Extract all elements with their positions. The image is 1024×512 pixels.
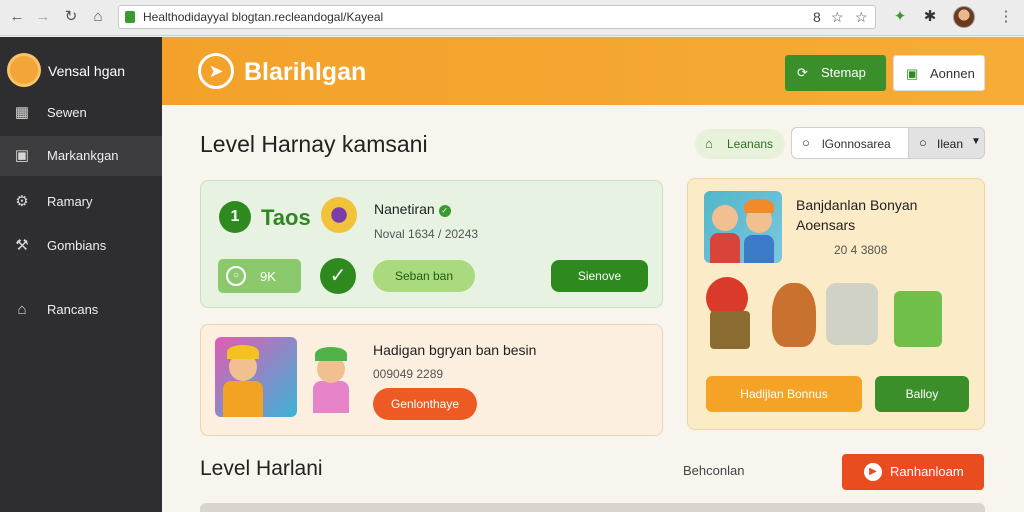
- verified-check-icon: ✓: [438, 205, 451, 217]
- menu-kebab-icon[interactable]: ⋮: [996, 7, 1016, 27]
- home-icon[interactable]: ⌂: [89, 8, 107, 26]
- card-meta: 009049 2289: [373, 367, 444, 381]
- save-icon: ▦: [14, 104, 30, 121]
- section-link[interactable]: Behconlan: [683, 463, 744, 478]
- refresh-icon: ⟳: [797, 65, 808, 80]
- url-text[interactable]: Healthodidayyal blogtan.recleandogal/Kay…: [143, 10, 383, 24]
- section-action-label: Ranhanloam: [890, 464, 964, 479]
- sidebar-item-label: Markankgan: [47, 148, 119, 163]
- card-meta: 20 4 3808: [834, 243, 888, 257]
- house-icon: ⌂: [705, 136, 713, 151]
- chevron-down-icon: ▼: [971, 136, 981, 147]
- sidebar-item-label: Gombians: [47, 238, 107, 253]
- section-title: Level Harlani: [200, 457, 323, 480]
- sidebar-item-label: Ramary: [47, 194, 93, 209]
- header-primary-label: Stemap: [821, 65, 866, 80]
- filter-select-value: Ilean: [937, 137, 964, 151]
- card3-action-button[interactable]: Balloy: [875, 376, 969, 412]
- score-value: 9K: [260, 269, 276, 284]
- browser-toolbar: ← → ↻ ⌂ Healthodidayyal blogtan.recleand…: [0, 0, 1024, 36]
- suitcase-icon: [710, 311, 750, 349]
- forward-icon[interactable]: →: [34, 8, 52, 26]
- sidebar-item-label: Rancans: [47, 302, 99, 317]
- sidebar-brand[interactable]: Vensal hgan: [10, 56, 160, 86]
- sidebar-item-label: Sewen: [47, 105, 87, 120]
- level-card-2[interactable]: Hadigan bgryan ban besin 009049 2289 Gen…: [200, 324, 663, 436]
- lock-icon: [125, 11, 135, 23]
- level-number-badge: 1: [219, 201, 251, 233]
- gift-thumbnail: [321, 197, 357, 233]
- search-input-value: lGonnosarea: [822, 137, 891, 151]
- layout-icon: ▣: [14, 147, 30, 164]
- extension-gear-icon[interactable]: ✱: [920, 7, 940, 27]
- sun-logo-icon: [10, 56, 38, 84]
- play-icon: ▶: [864, 463, 882, 481]
- card1-action-button[interactable]: Sienove: [551, 260, 648, 292]
- search-input[interactable]: ○ lGonnosarea: [791, 127, 909, 159]
- girl-illustration: [307, 345, 355, 413]
- filter-chip-label: Leanans: [727, 137, 774, 151]
- main-content: Level Harnay kamsani ⌂ Leanans ○ lGonnos…: [162, 105, 1024, 512]
- shopping-bag-icon: [894, 291, 942, 347]
- armchair-icon: [826, 283, 878, 345]
- check-icon[interactable]: ✓: [320, 258, 356, 294]
- square-icon: ▣: [906, 66, 919, 81]
- card-title: Nanetiran ✓: [374, 201, 451, 217]
- next-list-item[interactable]: [200, 503, 985, 512]
- toy-rewards: [706, 277, 968, 357]
- score-pill: ○ 9K: [218, 259, 301, 293]
- reload-icon[interactable]: ↻: [62, 8, 80, 26]
- card-title: Banjdanlan Bonyan: [796, 197, 918, 213]
- level-badge-text: Taos: [261, 205, 311, 230]
- wrench-icon: ⚒: [15, 237, 29, 254]
- bookmark-star-icon[interactable]: ☆: [831, 9, 844, 26]
- sidebar-brand-label: Vensal hgan: [48, 63, 126, 79]
- sidebar: Vensal hgan ▦ Sewen ▣ Markankgan ⚙ Ramar…: [0, 37, 162, 512]
- bonus-button[interactable]: Hadijlan Bonnus: [706, 376, 862, 412]
- page-title: Level Harnay kamsani: [200, 131, 428, 157]
- section-action-button[interactable]: ▶ Ranhanloam: [842, 454, 984, 490]
- home-icon: ⌂: [17, 301, 27, 318]
- circle-icon: ○: [919, 135, 927, 150]
- card-meta: Noval 1634 / 20243: [374, 227, 479, 241]
- bonus-card[interactable]: Banjdanlan Bonyan Aoensars 20 4 3808 Had…: [687, 178, 985, 430]
- header-primary-button[interactable]: ⟳ Stemap: [785, 55, 886, 91]
- gear-icon: ⚙: [15, 193, 29, 210]
- filter-chip[interactable]: ⌂ Leanans: [695, 129, 785, 159]
- sidebar-item-2[interactable]: ▣ Markankgan: [0, 136, 162, 176]
- card2-action-button[interactable]: Genlonthaye: [373, 388, 477, 420]
- app-logo-text[interactable]: Blarihlgan: [244, 58, 366, 87]
- card-title: Hadigan bgryan ban besin: [373, 342, 537, 358]
- level-card-1[interactable]: 1 Taos Nanetiran ✓ Noval 1634 / 20243 ○ 9…: [200, 180, 663, 308]
- profile-avatar[interactable]: [953, 6, 975, 28]
- back-icon[interactable]: ←: [8, 8, 26, 26]
- header-secondary-label: Aonnen: [930, 66, 975, 81]
- app-header: ➤ Blarihlgan ⟳ Stemap ▣ Aonnen: [162, 37, 1024, 105]
- extension-leaf-icon[interactable]: ✦: [890, 7, 910, 27]
- kids-illustration: [704, 191, 782, 263]
- worker-illustration: [215, 337, 297, 417]
- star-icon[interactable]: ☆: [855, 9, 868, 26]
- filter-select[interactable]: ○ Ilean ▼: [908, 127, 985, 159]
- paper-plane-logo-icon: ➤: [198, 53, 234, 89]
- teddy-bear-icon: [772, 283, 816, 347]
- header-secondary-button[interactable]: ▣ Aonnen: [893, 55, 985, 91]
- clock-icon: ○: [226, 266, 246, 286]
- sidebar-item-4[interactable]: ⚒ Gombians: [0, 226, 162, 266]
- reader-icon[interactable]: 8: [813, 9, 821, 25]
- address-bar[interactable]: Healthodidayyal blogtan.recleandogal/Kay…: [118, 5, 876, 29]
- card1-light-button[interactable]: Seban ban: [373, 260, 475, 292]
- search-icon: ○: [802, 135, 810, 150]
- sidebar-item-5[interactable]: ⌂ Rancans: [0, 290, 162, 330]
- sidebar-item-3[interactable]: ⚙ Ramary: [0, 182, 162, 222]
- card-subtitle: Aoensars: [796, 217, 856, 233]
- sidebar-item-1[interactable]: ▦ Sewen: [0, 93, 162, 133]
